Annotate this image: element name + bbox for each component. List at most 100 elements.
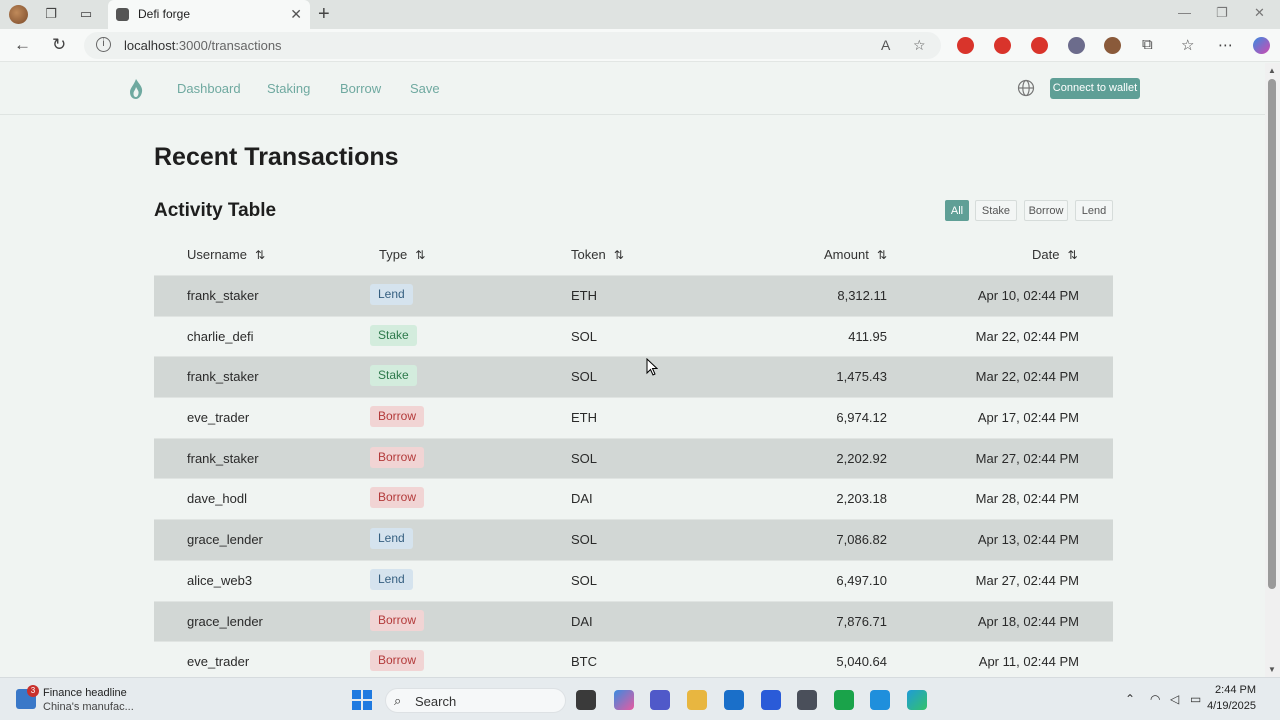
tab-actions-icon[interactable]: ▭ (78, 6, 94, 22)
window-close-icon[interactable]: ✕ (1254, 5, 1265, 21)
type-badge: Borrow (370, 446, 425, 468)
browser-tab[interactable]: Defi forge ✕ (108, 0, 310, 29)
teams-icon[interactable] (650, 690, 670, 710)
profile-avatar[interactable] (9, 5, 28, 24)
nav-borrow-link[interactable]: Borrow (340, 81, 381, 96)
flame-logo-icon[interactable] (127, 78, 145, 100)
token-cell: SOL (571, 532, 598, 548)
cookie-extension-icon[interactable] (1104, 37, 1121, 54)
back-icon[interactable]: ← (14, 35, 31, 55)
table-row[interactable]: eve_trader ETH 6,974.12 Apr 17, 02:44 PM Bor… (154, 397, 1113, 438)
battery-icon[interactable]: ▭ (1190, 692, 1201, 706)
date-cell: Mar 28, 02:44 PM (975, 491, 1079, 507)
column-type[interactable]: Type ⇅ (379, 247, 425, 262)
type-badge: Borrow (370, 609, 425, 631)
globe-icon[interactable] (1017, 79, 1035, 97)
date-cell: Mar 27, 02:44 PM (975, 572, 1079, 588)
column-date-label: Date (1032, 247, 1060, 262)
type-badge: Lend (370, 284, 413, 305)
vscode-icon[interactable] (870, 690, 890, 710)
sort-icon[interactable]: ⇅ (877, 248, 887, 262)
url-field[interactable]: i localhost:3000/transactions A ☆ (84, 32, 941, 59)
token-cell: SOL (571, 572, 598, 588)
taskbar-search[interactable]: ⌕ Search (385, 688, 566, 713)
nav-save-link[interactable]: Save (410, 81, 440, 96)
column-token[interactable]: Token ⇅ (571, 247, 624, 262)
filter-all-button[interactable]: All (945, 200, 969, 221)
widget-subtitle[interactable]: China's manufac... (43, 701, 134, 713)
red-extension-icon[interactable] (1031, 37, 1048, 54)
store-icon[interactable] (724, 690, 744, 710)
widget-title[interactable]: Finance headline (43, 687, 127, 699)
new-tab-icon[interactable]: + (318, 3, 330, 26)
table-row[interactable]: grace_lender DAI 7,876.71 Apr 18, 02:44 PM B… (154, 600, 1113, 642)
copilot-icon[interactable] (1253, 37, 1270, 54)
clock-time[interactable]: 2:44 PM (1215, 684, 1256, 696)
volume-icon[interactable]: ◁ (1170, 692, 1179, 706)
table-row[interactable]: eve_trader BTC 5,040.64 Apr 11, 02:44 PM Bor… (154, 641, 1113, 677)
tab-title: Defi forge (138, 7, 191, 21)
scroll-up-icon[interactable]: ▲ (1268, 66, 1276, 75)
table-row[interactable]: frank_staker SOL 2,202.92 Mar 27, 02:44 PM B… (154, 437, 1113, 479)
filter-stake-button[interactable]: Stake (975, 200, 1017, 221)
reload-icon[interactable]: ↻ (52, 35, 66, 55)
extensions-puzzle-icon[interactable]: ⧉ (1142, 36, 1153, 53)
table-row[interactable]: frank_staker ETH 8,312.11 Apr 10, 02:44 PM L… (154, 275, 1113, 316)
clock-date[interactable]: 4/19/2025 (1207, 700, 1256, 712)
favorites-icon[interactable]: ☆ (1181, 36, 1194, 54)
tray-chevron-icon[interactable]: ⌃ (1125, 692, 1135, 706)
nav-staking-link[interactable]: Staking (267, 81, 310, 96)
table-row[interactable]: alice_web3 SOL 6,497.10 Mar 27, 02:44 PM Len… (154, 559, 1113, 601)
filter-lend-button[interactable]: Lend (1075, 200, 1113, 221)
column-username[interactable]: Username ⇅ (187, 247, 265, 262)
tab-close-icon[interactable]: ✕ (290, 6, 302, 23)
minimize-icon[interactable]: — (1178, 5, 1191, 20)
edge-icon[interactable] (907, 690, 927, 710)
restore-icon[interactable]: ❐ (1216, 5, 1228, 21)
scroll-down-icon[interactable]: ▼ (1268, 665, 1276, 674)
type-badge: Lend (370, 528, 413, 550)
workspaces-icon[interactable]: ❐ (43, 6, 59, 22)
start-windows-icon[interactable] (352, 690, 372, 710)
wifi-icon[interactable]: ◠ (1150, 692, 1160, 706)
type-badge: Stake (370, 365, 417, 387)
xbox-icon[interactable] (834, 690, 854, 710)
column-amount[interactable]: Amount ⇅ (824, 247, 887, 262)
table-row[interactable]: grace_lender SOL 7,086.82 Apr 13, 02:44 PM L… (154, 519, 1113, 560)
filter-borrow-button[interactable]: Borrow (1024, 200, 1068, 221)
nav-dashboard-link[interactable]: Dashboard (177, 81, 241, 96)
more-menu-icon[interactable]: ⋯ (1218, 36, 1233, 54)
sort-icon[interactable]: ⇅ (415, 248, 425, 262)
scrollbar-thumb[interactable] (1268, 79, 1276, 589)
table-row[interactable]: charlie_defi SOL 411.95 Mar 22, 02:44 PM Sta… (154, 315, 1113, 357)
unity-icon[interactable] (797, 690, 817, 710)
site-info-icon[interactable]: i (96, 37, 111, 52)
sort-icon[interactable]: ⇅ (255, 248, 265, 262)
editor-app-icon[interactable] (761, 690, 781, 710)
sort-icon[interactable]: ⇅ (1067, 248, 1077, 262)
mouse-cursor-icon (646, 358, 658, 376)
column-date[interactable]: Date ⇅ (1032, 247, 1078, 262)
column-token-label: Token (571, 247, 606, 262)
username-cell: frank_staker (187, 450, 259, 466)
amount-cell: 411.95 (848, 328, 887, 344)
token-cell: SOL (571, 369, 598, 385)
date-cell: Apr 13, 02:44 PM (977, 532, 1079, 548)
task-view-icon[interactable] (576, 690, 596, 710)
read-aloud-icon[interactable]: A (881, 37, 890, 53)
page-scrollbar[interactable]: ▲ ▼ (1265, 63, 1280, 677)
adblock-extension-icon[interactable] (957, 37, 974, 54)
table-row[interactable]: frank_staker SOL 1,475.43 Mar 22, 02:44 PM S… (154, 356, 1113, 398)
username-cell: frank_staker (187, 288, 259, 303)
table-row[interactable]: dave_hodl DAI 2,203.18 Mar 28, 02:44 PM Borr… (154, 478, 1113, 519)
shield-extension-icon[interactable] (1068, 37, 1085, 54)
opera-extension-icon[interactable] (994, 37, 1011, 54)
favorite-star-icon[interactable]: ☆ (913, 37, 926, 54)
file-explorer-icon[interactable] (687, 690, 707, 710)
sort-icon[interactable]: ⇅ (614, 248, 624, 262)
url-path: :3000/transactions (175, 38, 282, 53)
copilot-app-icon[interactable] (614, 690, 634, 710)
connect-wallet-button[interactable]: Connect to wallet (1050, 78, 1140, 99)
username-cell: eve_trader (187, 654, 250, 670)
token-cell: ETH (571, 288, 597, 303)
